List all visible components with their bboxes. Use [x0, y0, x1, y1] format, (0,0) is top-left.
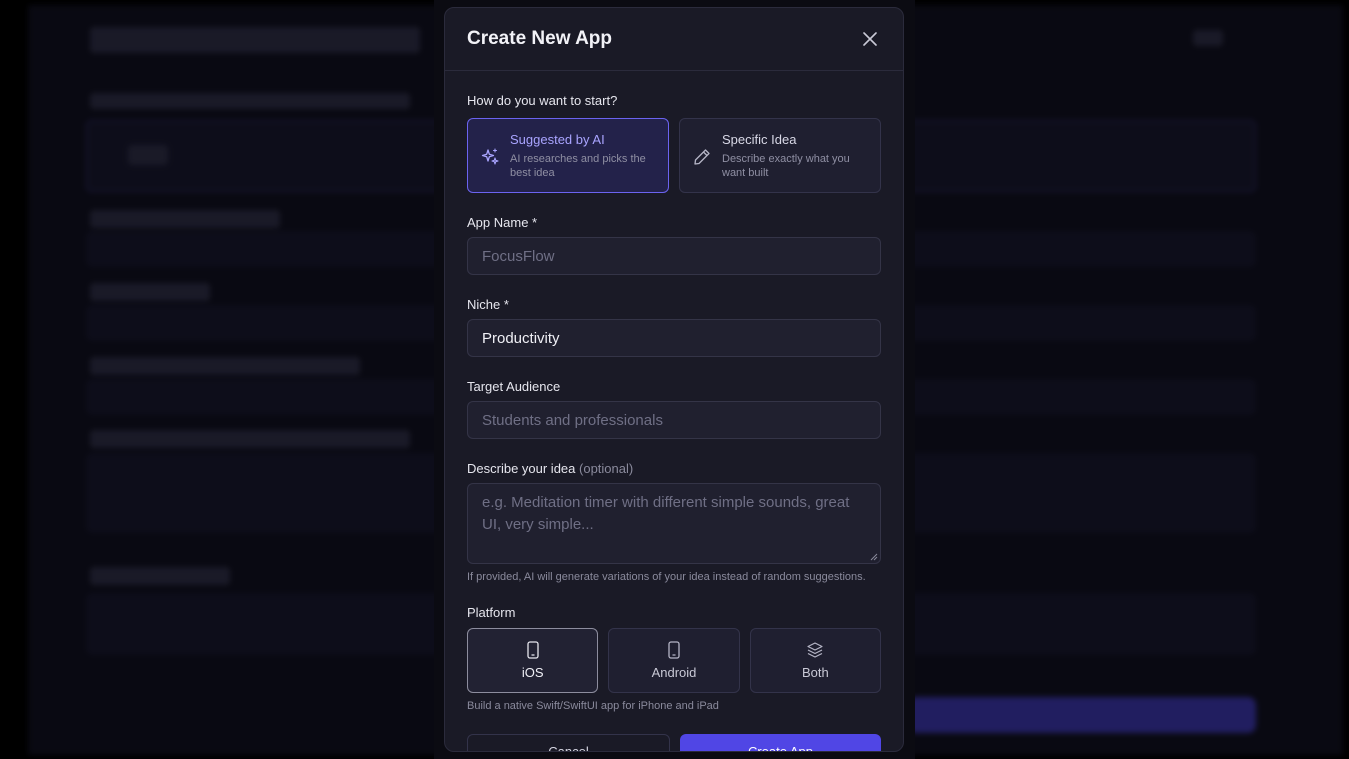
start-option-suggested-by-ai[interactable]: Suggested by AI AI researches and picks …: [467, 118, 669, 193]
dialog-header: Create New App: [445, 8, 903, 71]
platform-label: Platform: [467, 605, 516, 620]
pencil-icon: [694, 149, 710, 165]
start-option-description: Describe exactly what you want built: [722, 153, 850, 179]
app-name-input[interactable]: FocusFlow: [467, 237, 881, 275]
start-option-title: Specific Idea: [722, 132, 797, 147]
phone-icon: [527, 641, 539, 659]
idea-label-text: Describe your idea: [467, 461, 576, 476]
cancel-button[interactable]: Cancel: [467, 734, 670, 751]
start-option-specific-idea[interactable]: Specific Idea Describe exactly what you …: [679, 118, 881, 193]
platform-label-text: Android: [651, 665, 697, 680]
close-button[interactable]: [859, 28, 881, 50]
idea-hint: If provided, AI will generate variations…: [467, 571, 866, 583]
target-audience-input[interactable]: Students and professionals: [467, 401, 881, 439]
niche-label: Niche *: [467, 297, 509, 312]
target-audience-label: Target Audience: [467, 379, 561, 394]
dialog-title: Create New App: [467, 28, 612, 49]
platform-option-android[interactable]: Android: [608, 628, 740, 693]
optional-tag: (optional): [579, 461, 634, 476]
start-options: Suggested by AI AI researches and picks …: [467, 118, 881, 193]
phone-icon: [668, 641, 680, 659]
close-icon: [863, 32, 877, 46]
platform-option-ios[interactable]: iOS: [467, 628, 599, 693]
dialog-footer: Cancel Create App: [467, 734, 881, 751]
start-option-description: AI researches and picks the best idea: [510, 153, 646, 179]
resize-grip-icon[interactable]: [870, 553, 878, 561]
idea-label: Describe your idea (optional): [467, 461, 881, 476]
start-option-title: Suggested by AI: [510, 132, 605, 147]
idea-placeholder: e.g. Meditation timer with different sim…: [482, 494, 850, 533]
start-question-label: How do you want to start?: [467, 93, 618, 108]
niche-input[interactable]: Productivity: [467, 319, 881, 357]
layers-icon: [807, 642, 823, 658]
create-app-button[interactable]: Create App: [680, 734, 881, 751]
platform-options: iOS Android Both: [467, 628, 881, 693]
platform-hint: Build a native Swift/SwiftUI app for iPh…: [467, 700, 719, 712]
app-name-label: App Name *: [467, 215, 538, 230]
idea-textarea[interactable]: e.g. Meditation timer with different sim…: [467, 483, 881, 564]
platform-option-both[interactable]: Both: [749, 628, 881, 693]
create-app-dialog: Create New App How do you want to start?…: [444, 7, 904, 752]
platform-label-text: iOS: [521, 665, 544, 680]
platform-label-text: Both: [801, 665, 829, 680]
dialog-body: How do you want to start? Suggested by A…: [445, 93, 903, 751]
sparkles-icon: [481, 148, 499, 165]
